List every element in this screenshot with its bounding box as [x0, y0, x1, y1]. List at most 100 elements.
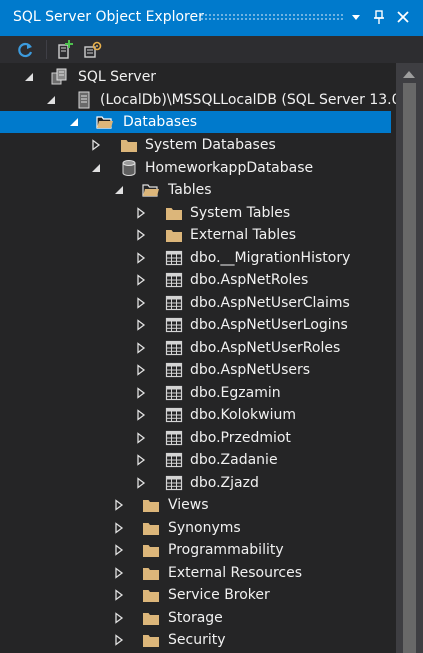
expand-arrow-icon[interactable]	[135, 229, 147, 241]
close-icon[interactable]	[392, 6, 414, 28]
tree-node-label: Storage	[168, 610, 223, 626]
tree-node-system-databases[interactable]: System Databases	[0, 134, 391, 156]
window-title: SQL Server Object Explorer	[13, 9, 204, 25]
refresh-icon[interactable]	[15, 39, 37, 61]
tree-node-homeworkapp-database[interactable]: HomeworkappDatabase	[0, 157, 391, 179]
expand-arrow-icon[interactable]	[135, 274, 147, 286]
expand-arrow-icon[interactable]	[135, 252, 147, 264]
tree-node-label: Views	[168, 497, 209, 513]
collapse-arrow-icon[interactable]	[113, 184, 125, 196]
pin-icon[interactable]	[368, 6, 390, 28]
tree-node-table[interactable]: dbo.AspNetRoles	[0, 269, 391, 291]
tree-node-table[interactable]: dbo.Zadanie	[0, 449, 391, 471]
drag-grip[interactable]	[200, 13, 343, 21]
tree-node-table[interactable]: dbo.AspNetUsers	[0, 359, 391, 381]
tree-node-label: Security	[168, 632, 226, 648]
table-icon	[165, 407, 183, 423]
tree-node-label: External Resources	[168, 565, 303, 581]
tree-node-table[interactable]: dbo.AspNetUserLogins	[0, 314, 391, 336]
expand-arrow-icon[interactable]	[113, 567, 125, 579]
dropdown-arrow-icon[interactable]	[345, 6, 367, 28]
expand-arrow-icon[interactable]	[113, 612, 125, 624]
expand-arrow-icon[interactable]	[135, 454, 147, 466]
folder-icon	[143, 523, 159, 535]
scrollbar-thumb[interactable]	[403, 83, 416, 653]
tree-node-label: dbo.Kolokwium	[190, 407, 297, 423]
expand-arrow-icon[interactable]	[113, 544, 125, 556]
collapse-arrow-icon[interactable]	[90, 162, 102, 174]
tree-node-system-tables[interactable]: System Tables	[0, 202, 391, 224]
filter-settings-icon[interactable]	[81, 39, 103, 61]
open-folder-icon	[142, 184, 159, 197]
expand-arrow-icon[interactable]	[135, 207, 147, 219]
tree-node-table[interactable]: dbo.Egzamin	[0, 382, 391, 404]
tree-node-label: dbo.Egzamin	[190, 385, 281, 401]
folder-icon	[121, 140, 137, 152]
expand-arrow-icon[interactable]	[135, 477, 147, 489]
tree-node-table[interactable]: dbo.__MigrationHistory	[0, 247, 391, 269]
tree-node-synonyms[interactable]: Synonyms	[0, 517, 391, 539]
tree-node-label: Tables	[168, 182, 212, 198]
expand-arrow-icon[interactable]	[90, 139, 102, 151]
tree-node-table[interactable]: dbo.AspNetUserClaims	[0, 292, 391, 314]
expand-arrow-icon[interactable]	[113, 522, 125, 534]
expand-arrow-icon[interactable]	[135, 297, 147, 309]
collapse-arrow-icon[interactable]	[23, 71, 35, 83]
folder-icon	[166, 208, 182, 220]
vertical-scrollbar[interactable]	[396, 63, 423, 653]
tree-node-instance[interactable]: (LocalDb)\MSSQLLocalDB (SQL Server 13.0.…	[0, 89, 414, 111]
tree-node-table[interactable]: dbo.AspNetUserRoles	[0, 337, 391, 359]
tree-node-label: dbo.AspNetUsers	[190, 362, 311, 378]
scroll-up-arrow-icon[interactable]	[402, 69, 416, 79]
tree-node-tables[interactable]: Tables	[0, 179, 391, 201]
add-server-icon[interactable]	[53, 39, 75, 61]
toolbar-separator	[46, 40, 47, 59]
object-tree[interactable]: SQL Server (LocalDb)\MSSQLLocalDB (SQL S…	[0, 63, 414, 653]
tree-node-label: dbo.Przedmiot	[190, 430, 291, 446]
tree-node-label: Databases	[123, 114, 198, 130]
collapse-arrow-icon[interactable]	[68, 116, 80, 128]
table-icon	[165, 340, 183, 356]
table-icon	[165, 385, 183, 401]
folder-icon	[143, 590, 159, 602]
expand-arrow-icon[interactable]	[135, 387, 147, 399]
folder-icon	[143, 545, 159, 557]
server-group-icon	[51, 68, 67, 85]
expand-arrow-icon[interactable]	[135, 319, 147, 331]
collapse-arrow-icon[interactable]	[45, 94, 57, 106]
table-icon	[165, 317, 183, 333]
tree-node-table[interactable]: dbo.Kolokwium	[0, 404, 391, 426]
tree-node-sql-server[interactable]: SQL Server	[0, 66, 391, 88]
tree-node-label: dbo.AspNetUserRoles	[190, 340, 341, 356]
tree-node-external-resources[interactable]: External Resources	[0, 562, 391, 584]
tree-node-label: System Tables	[190, 205, 291, 221]
expand-arrow-icon[interactable]	[135, 432, 147, 444]
table-icon	[165, 362, 183, 378]
folder-icon	[143, 568, 159, 580]
folder-icon	[143, 635, 159, 647]
title-bar[interactable]: SQL Server Object Explorer	[0, 0, 423, 36]
tree-node-label: External Tables	[190, 227, 297, 243]
tree-node-service-broker[interactable]: Service Broker	[0, 584, 391, 606]
expand-arrow-icon[interactable]	[135, 342, 147, 354]
folder-icon	[143, 500, 159, 512]
tree-node-programmability[interactable]: Programmability	[0, 539, 391, 561]
tree-node-label: SQL Server	[78, 69, 157, 85]
table-icon	[165, 452, 183, 468]
tree-node-databases[interactable]: Databases	[0, 111, 391, 133]
expand-arrow-icon[interactable]	[135, 409, 147, 421]
server-icon	[78, 91, 90, 109]
tree-node-label: dbo.Zadanie	[190, 452, 278, 468]
tree-node-label: Programmability	[168, 542, 284, 558]
table-icon	[165, 475, 183, 491]
expand-arrow-icon[interactable]	[113, 589, 125, 601]
tree-node-table[interactable]: dbo.Zjazd	[0, 472, 391, 494]
expand-arrow-icon[interactable]	[113, 634, 125, 646]
tree-node-table[interactable]: dbo.Przedmiot	[0, 427, 391, 449]
tree-node-external-tables[interactable]: External Tables	[0, 224, 391, 246]
expand-arrow-icon[interactable]	[135, 364, 147, 376]
tree-node-security[interactable]: Security	[0, 629, 391, 651]
tree-node-storage[interactable]: Storage	[0, 607, 391, 629]
tree-node-views[interactable]: Views	[0, 494, 391, 516]
expand-arrow-icon[interactable]	[113, 499, 125, 511]
